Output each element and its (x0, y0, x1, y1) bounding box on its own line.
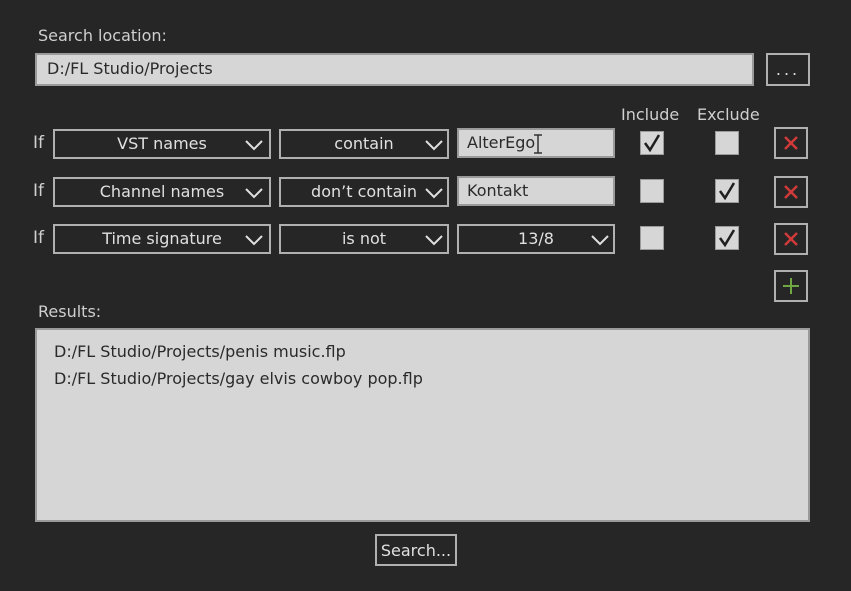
operator-dropdown[interactable]: contain (279, 129, 449, 159)
value-input[interactable]: Kontakt (457, 176, 615, 206)
if-label: If (33, 181, 44, 201)
include-checkbox[interactable] (640, 226, 664, 250)
search-location-input[interactable]: D:/FL Studio/Projects (35, 53, 754, 86)
exclude-checkbox[interactable] (715, 179, 739, 203)
field-dropdown-value: Time signature (102, 229, 222, 248)
chevron-down-icon (245, 188, 263, 199)
checkmark-icon (718, 182, 736, 201)
browse-button[interactable]: ... (766, 53, 810, 86)
include-column-header: Include (621, 105, 680, 124)
chevron-down-icon (245, 140, 263, 151)
value-input-text: AlterEgo (467, 133, 536, 152)
value-dropdown[interactable]: 13/8 (457, 224, 615, 254)
field-dropdown-value: VST names (117, 134, 207, 153)
result-item[interactable]: D:/FL Studio/Projects/penis music.flp (54, 342, 808, 369)
field-dropdown[interactable]: Channel names (53, 177, 271, 207)
chevron-down-icon (425, 140, 443, 151)
operator-dropdown[interactable]: is not (279, 224, 449, 254)
value-input-text: Kontakt (467, 181, 529, 200)
checkmark-icon (643, 134, 661, 153)
exclude-checkbox[interactable] (715, 131, 739, 155)
field-dropdown[interactable]: VST names (53, 129, 271, 159)
field-dropdown[interactable]: Time signature (53, 224, 271, 254)
operator-dropdown[interactable]: don’t contain (279, 177, 449, 207)
value-input[interactable]: AlterEgo (457, 128, 615, 158)
close-x-icon (784, 232, 798, 246)
remove-filter-button[interactable] (774, 127, 808, 159)
include-checkbox[interactable] (640, 179, 664, 203)
results-label: Results: (38, 302, 102, 321)
exclude-column-header: Exclude (697, 105, 760, 124)
result-item[interactable]: D:/FL Studio/Projects/gay elvis cowboy p… (54, 369, 808, 396)
close-x-icon (784, 185, 798, 199)
text-cursor-icon (534, 134, 542, 154)
chevron-down-icon (425, 188, 443, 199)
add-filter-button[interactable] (774, 270, 808, 302)
close-x-icon (784, 136, 798, 150)
results-list[interactable]: D:/FL Studio/Projects/penis music.flp D:… (35, 328, 810, 522)
chevron-down-icon (591, 235, 609, 246)
chevron-down-icon (425, 235, 443, 246)
remove-filter-button[interactable] (774, 223, 808, 255)
field-dropdown-value: Channel names (99, 182, 225, 201)
include-checkbox[interactable] (640, 131, 664, 155)
search-location-label: Search location: (38, 26, 167, 45)
checkmark-icon (718, 229, 736, 248)
plus-icon (783, 278, 799, 294)
if-label: If (33, 228, 44, 248)
exclude-checkbox[interactable] (715, 226, 739, 250)
chevron-down-icon (245, 235, 263, 246)
if-label: If (33, 133, 44, 153)
search-button[interactable]: Search... (375, 534, 457, 566)
remove-filter-button[interactable] (774, 176, 808, 208)
